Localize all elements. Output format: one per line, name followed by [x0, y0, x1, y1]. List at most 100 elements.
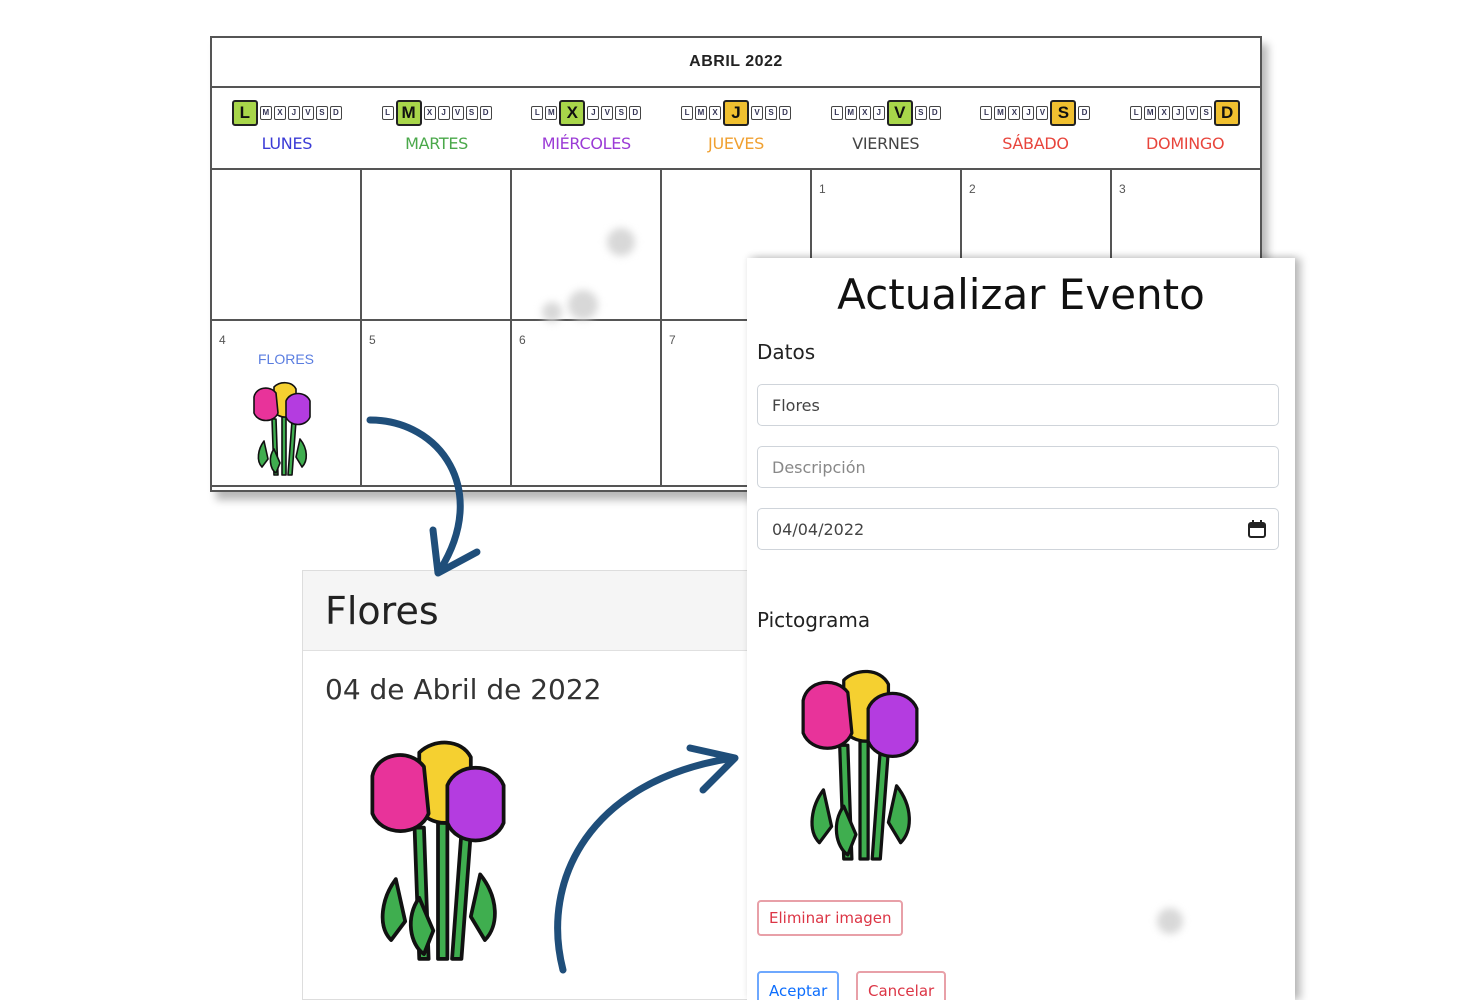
weekday-letter-box: D — [928, 106, 941, 120]
weekday-letter-box: X — [423, 106, 436, 120]
weekday-label: DOMINGO — [1146, 134, 1225, 153]
weekday-letter-box: S — [615, 106, 628, 120]
weekday-letter-box: L — [681, 106, 694, 120]
event-card-title: Flores — [303, 571, 761, 651]
weekday-letter-box: V — [601, 106, 614, 120]
tulips-pictogram-preview — [801, 669, 919, 861]
modal-title: Actualizar Evento — [837, 270, 1205, 319]
event-description-input[interactable] — [757, 446, 1279, 488]
weekday-letter-box: X — [273, 106, 286, 120]
cancel-button[interactable]: Cancelar — [856, 971, 947, 1000]
weekday-letter-highlight: M — [395, 100, 422, 126]
leaf-left — [380, 877, 408, 942]
calendar-day-cell[interactable] — [512, 170, 662, 322]
weekday-letter-box: L — [980, 106, 993, 120]
leaf-right — [295, 438, 308, 468]
day-number: 2 — [969, 182, 976, 196]
weekday-miércoles: L M X J V S D MIÉRCOLES — [511, 88, 661, 168]
pictograma-heading: Pictograma — [757, 608, 871, 632]
blur-artifact — [607, 228, 635, 256]
weekday-letter-box: V — [451, 106, 464, 120]
tulips-pictogram — [370, 740, 506, 961]
weekday-letter-strip: LMXJVSD — [381, 100, 492, 126]
weekday-letter-box: M — [259, 106, 272, 120]
weekday-letter-highlight: D — [1214, 100, 1241, 126]
weekday-letter-box: V — [1186, 106, 1199, 120]
tulip-pink — [801, 680, 854, 750]
stem — [436, 821, 450, 961]
weekday-letter-box: J — [437, 106, 450, 120]
event-card-date: 04 de Abril de 2022 — [325, 673, 602, 706]
weekday-letter-box: X — [1008, 106, 1021, 120]
accept-button[interactable]: Aceptar — [757, 971, 840, 1000]
day-number: 4 — [219, 333, 226, 347]
day-number: 6 — [519, 333, 526, 347]
weekday-letter-strip: LMXJVSD — [681, 100, 792, 126]
weekday-letter-box: S — [914, 106, 927, 120]
tulip-pink — [370, 753, 431, 833]
weekday-label: SÁBADO — [1002, 134, 1069, 153]
weekday-letter-box: X — [709, 106, 722, 120]
calendar-day-cell[interactable]: 4 FLORES — [212, 321, 362, 485]
weekday-letter-box: D — [629, 106, 642, 120]
leaf-left — [257, 440, 269, 468]
weekday-letter-box: L — [1130, 106, 1143, 120]
calendar-title: ABRIL 2022 — [212, 38, 1260, 88]
weekday-letter-box: V — [1036, 106, 1049, 120]
weekday-letter-box: M — [1144, 106, 1157, 120]
weekday-letter-box: S — [765, 106, 778, 120]
leaf-right — [468, 872, 497, 942]
weekday-letter-box: L — [381, 106, 394, 120]
weekday-label: MARTES — [405, 134, 469, 153]
event-date-field[interactable] — [757, 508, 1279, 552]
blur-artifact — [542, 302, 562, 322]
weekday-letter-strip: LMXJVSD — [980, 100, 1091, 126]
blur-artifact — [568, 290, 598, 320]
weekday-letter-highlight: V — [886, 100, 913, 126]
weekday-header-row: L M X J V S D LUNES L M X J V S D MARTES L M X J V S D MIÉRCOLE… — [212, 88, 1260, 170]
weekday-letter-box: S — [1200, 106, 1213, 120]
leaf-right — [886, 784, 911, 845]
weekday-letter-highlight: X — [559, 100, 586, 126]
weekday-letter-box: L — [830, 106, 843, 120]
weekday-letter-box: M — [695, 106, 708, 120]
weekday-letter-box: L — [531, 106, 544, 120]
blur-artifact — [1157, 908, 1183, 934]
arrow-head-down — [429, 526, 481, 577]
stem — [450, 830, 473, 961]
event-name-input[interactable] — [757, 384, 1279, 426]
weekday-letter-box: D — [329, 106, 342, 120]
calendar-day-cell[interactable] — [362, 170, 512, 319]
weekday-domingo: L M X J V S D DOMINGO — [1110, 88, 1260, 168]
weekday-letter-box: S — [315, 106, 328, 120]
weekday-letter-box: J — [1172, 106, 1185, 120]
weekday-letter-box: J — [287, 106, 300, 120]
leaf-left — [810, 788, 834, 845]
stem — [858, 739, 870, 861]
weekday-label: MIÉRCOLES — [541, 134, 632, 153]
weekday-letter-box: M — [994, 106, 1007, 120]
stem — [287, 420, 297, 476]
weekday-letter-box: X — [858, 106, 871, 120]
calendar-day-cell[interactable] — [212, 170, 362, 319]
calendar-icon[interactable] — [1247, 519, 1267, 539]
weekday-letter-strip: LMXJVSD — [531, 100, 642, 126]
weekday-letter-highlight: L — [231, 100, 258, 126]
event-date-input[interactable] — [757, 508, 1279, 550]
weekday-letter-box: V — [751, 106, 764, 120]
weekday-viernes: L M X J V S D VIERNES — [811, 88, 961, 168]
calendar-event-label[interactable]: FLORES — [212, 351, 360, 367]
weekday-letter-box: J — [1022, 106, 1035, 120]
weekday-jueves: L M X J V S D JUEVES — [661, 88, 811, 168]
weekday-letter-strip: LMXJVSD — [231, 100, 342, 126]
weekday-letter-box: M — [545, 106, 558, 120]
calendar-day-cell[interactable]: 6 — [512, 321, 662, 485]
event-detail-card: Flores 04 de Abril de 2022 — [302, 570, 762, 1000]
calendar-day-cell[interactable]: 5 — [362, 321, 512, 485]
update-event-modal: Actualizar Evento Datos Pictograma Elimi… — [747, 258, 1295, 1000]
weekday-martes: L M X J V S D MARTES — [362, 88, 512, 168]
weekday-sábado: L M X J V S D SÁBADO — [961, 88, 1111, 168]
remove-image-button[interactable]: Eliminar imagen — [757, 900, 904, 936]
calendar-event-pictogram[interactable] — [250, 379, 314, 479]
weekday-letter-highlight: J — [723, 100, 750, 126]
